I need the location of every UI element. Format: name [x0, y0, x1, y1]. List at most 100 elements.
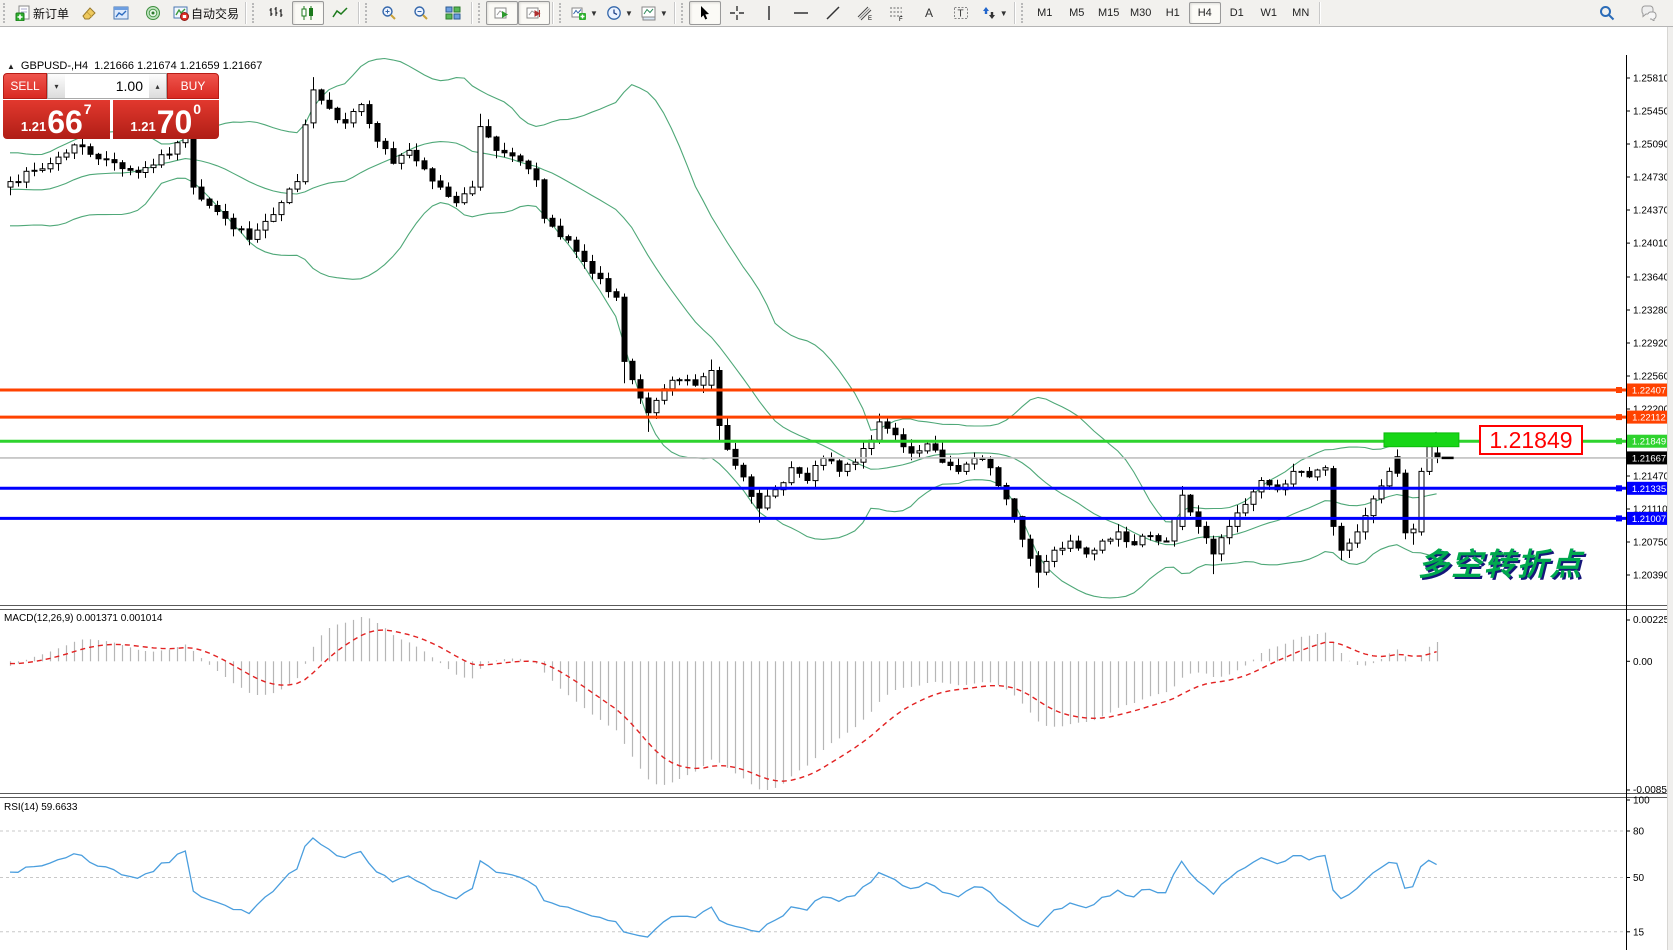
svg-text:1.22560: 1.22560: [1633, 372, 1670, 383]
timeframe-button-m5[interactable]: M5: [1061, 2, 1093, 24]
toolbar-button-new-order[interactable]: 新订单: [11, 1, 73, 25]
svg-text:1.25090: 1.25090: [1633, 140, 1670, 151]
toolbar-button-text[interactable]: A: [913, 1, 945, 25]
arrows-icon: [981, 5, 997, 21]
rsi-indicator-label: RSI(14) 59.6633: [4, 802, 77, 813]
timeframe-button-m1[interactable]: M1: [1029, 2, 1061, 24]
toolbar-gripper[interactable]: [365, 3, 372, 23]
toolbar-button-zoom-out[interactable]: [405, 1, 437, 25]
sell-price-button[interactable]: 1.21 66 7: [3, 100, 110, 139]
toolbar-gripper[interactable]: [252, 3, 259, 23]
supply-zone-rect[interactable]: [1384, 433, 1459, 447]
timeframe-button-mn[interactable]: MN: [1285, 2, 1317, 24]
buy-price-small: 1.21: [130, 119, 155, 134]
sell-button[interactable]: SELL: [3, 73, 47, 99]
chat-icon[interactable]: [1633, 1, 1665, 25]
collapse-arrow-icon[interactable]: ▲: [7, 62, 15, 71]
timeframe-button-m30[interactable]: M30: [1125, 2, 1157, 24]
window-edge: [1667, 0, 1673, 950]
buy-button[interactable]: BUY: [167, 73, 219, 99]
toolbar-button-market-watch[interactable]: [105, 1, 137, 25]
toolbar-button-trendline[interactable]: [817, 1, 849, 25]
toolbar-gripper[interactable]: [478, 3, 485, 23]
timeframe-button-d1[interactable]: D1: [1221, 2, 1253, 24]
svg-text:100: 100: [1633, 796, 1650, 807]
search-icon[interactable]: [1591, 1, 1623, 25]
toolbar-button-periods[interactable]: ▼: [602, 1, 637, 25]
svg-text:T: T: [957, 9, 963, 20]
toolbar-button-horizontal-line[interactable]: [785, 1, 817, 25]
vertical-line-icon: [761, 5, 777, 21]
rsi-panel[interactable]: [0, 831, 1626, 937]
fibonacci-icon: F: [889, 5, 905, 21]
toolbar-button-text-label[interactable]: T: [945, 1, 977, 25]
svg-text:1.22407: 1.22407: [1632, 386, 1666, 397]
volume-control: ▾ ▴: [47, 73, 167, 99]
svg-text:F: F: [899, 17, 903, 21]
tile-windows-icon: [445, 5, 461, 21]
svg-text:0.00: 0.00: [1633, 657, 1653, 668]
toolbar-button-crosshair[interactable]: [721, 1, 753, 25]
toolbar-gripper[interactable]: [1021, 3, 1028, 23]
toolbar-button-candlestick-chart[interactable]: [292, 1, 324, 25]
toolbar-button-tile-windows[interactable]: [437, 1, 469, 25]
buy-price-button[interactable]: 1.21 70 0: [113, 100, 220, 139]
volume-decrease-button[interactable]: ▾: [48, 74, 65, 98]
svg-text:1.24730: 1.24730: [1633, 173, 1670, 184]
toolbar-button-line-chart[interactable]: [324, 1, 356, 25]
new-order-label: 新订单: [33, 5, 69, 22]
toolbar-button-vertical-line[interactable]: [753, 1, 785, 25]
svg-text:15: 15: [1633, 927, 1645, 938]
text-icon: A: [921, 5, 937, 21]
dropdown-caret-icon: ▼: [660, 9, 668, 18]
buy-price-sup: 0: [193, 101, 201, 117]
toolbar-button-signals[interactable]: [137, 1, 169, 25]
toolbar-button-cursor[interactable]: [689, 1, 721, 25]
price-callout-label[interactable]: 1.21849: [1479, 425, 1583, 455]
toolbar-right-icons: [1591, 1, 1673, 25]
svg-text:E: E: [868, 16, 872, 21]
toolbar-button-equidistant-channel[interactable]: E: [849, 1, 881, 25]
timeframe-button-h1[interactable]: H1: [1157, 2, 1189, 24]
toolbar-button-autotrading[interactable]: 自动交易: [169, 1, 243, 25]
timeframe-button-h4[interactable]: H4: [1189, 2, 1221, 24]
dropdown-caret-icon: ▼: [590, 9, 598, 18]
toolbar-button-auto-scroll[interactable]: [486, 1, 518, 25]
chart-area[interactable]: 1.258101.254501.250901.247301.243701.240…: [0, 27, 1673, 950]
toolbar-button-fibonacci[interactable]: F: [881, 1, 913, 25]
toolbar-button-templates[interactable]: ▼: [637, 1, 672, 25]
new-order-icon: [15, 5, 31, 21]
chart-window[interactable]: 1.258101.254501.250901.247301.243701.240…: [0, 27, 1673, 950]
toolbar-button-indicators[interactable]: ▼: [567, 1, 602, 25]
toolbar-button-bar-chart[interactable]: [260, 1, 292, 25]
ohlc-values: 1.21666 1.21674 1.21659 1.21667: [94, 60, 262, 72]
auto-scroll-icon: [494, 5, 510, 21]
templates-icon: [641, 5, 657, 21]
toolbar-gripper[interactable]: [681, 3, 688, 23]
macd-panel[interactable]: [10, 617, 1438, 790]
svg-text:1.23280: 1.23280: [1633, 306, 1670, 317]
volume-increase-button[interactable]: ▴: [149, 74, 166, 98]
chinese-annotation-text[interactable]: 多空转折点: [1418, 539, 1583, 584]
toolbar-gripper[interactable]: [559, 3, 566, 23]
toolbar-button-zoom-in[interactable]: [373, 1, 405, 25]
svg-text:1.22112: 1.22112: [1632, 413, 1666, 424]
timeframe-button-m15[interactable]: M15: [1093, 2, 1125, 24]
symbol-period: GBPUSD-,H4: [21, 60, 88, 72]
chart-title: ▲ GBPUSD-,H4 1.21666 1.21674 1.21659 1.2…: [7, 60, 262, 72]
toolbar-button-eraser[interactable]: [73, 1, 105, 25]
svg-text:80: 80: [1633, 827, 1645, 838]
toolbar-separator: [358, 2, 360, 24]
timeframe-button-w1[interactable]: W1: [1253, 2, 1285, 24]
price-axis[interactable]: 1.258101.254501.250901.247301.243701.240…: [1626, 74, 1673, 950]
horizontal-line-objects[interactable]: [0, 387, 1626, 521]
periods-icon: [606, 5, 622, 21]
svg-text:A: A: [925, 6, 933, 20]
volume-input[interactable]: [65, 74, 149, 98]
toolbar-gripper[interactable]: [3, 3, 10, 23]
trendline-icon: [825, 5, 841, 21]
toolbar-button-arrows[interactable]: ▼: [977, 1, 1012, 25]
svg-text:1.24010: 1.24010: [1633, 239, 1670, 250]
toolbar-button-chart-shift[interactable]: [518, 1, 550, 25]
zoom-out-icon: [413, 5, 429, 21]
